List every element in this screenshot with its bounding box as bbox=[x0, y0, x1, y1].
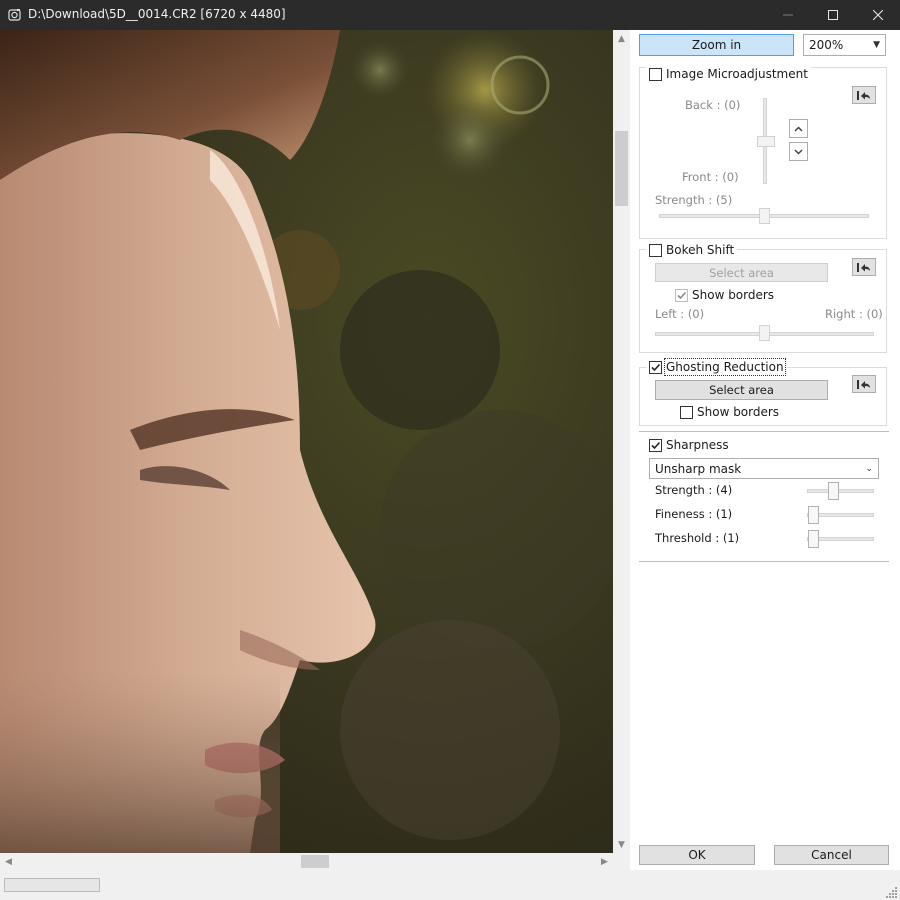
bokeh-shift-thumb[interactable] bbox=[759, 325, 770, 341]
microadjustment-reset-button[interactable] bbox=[852, 86, 876, 104]
ghosting-reset-button[interactable] bbox=[852, 375, 876, 393]
chevron-up-icon bbox=[794, 125, 803, 132]
chevron-down-icon bbox=[794, 148, 803, 155]
checkmark-icon bbox=[651, 441, 661, 449]
vertical-scrollbar[interactable]: ▲ ▼ bbox=[613, 30, 630, 853]
sharpness-strength-track[interactable] bbox=[807, 489, 874, 493]
zoom-value: 200% bbox=[809, 38, 844, 52]
fineness-label: Fineness : (1) bbox=[655, 507, 733, 521]
window-title: D:\Download\5D__0014.CR2 [6720 x 4480] bbox=[28, 7, 286, 21]
sharpness-checkbox[interactable] bbox=[649, 438, 662, 452]
reset-icon bbox=[857, 262, 870, 272]
settings-panel: Zoom in 200% ▼ Image Microadjustment Bac… bbox=[630, 30, 900, 870]
checkmark-icon bbox=[677, 291, 687, 299]
checkmark-icon bbox=[651, 363, 661, 371]
ghosting-select-area-button[interactable]: Select area bbox=[655, 380, 828, 400]
sharpness-bottom-divider bbox=[639, 561, 889, 562]
bokeh-shift-title: Bokeh Shift bbox=[666, 243, 735, 257]
horizontal-scroll-thumb[interactable] bbox=[301, 855, 329, 868]
threshold-label: Threshold : (1) bbox=[655, 531, 740, 545]
vertical-scroll-thumb[interactable] bbox=[615, 131, 628, 206]
bokeh-show-borders-label: Show borders bbox=[692, 288, 775, 302]
back-label: Back : (0) bbox=[685, 98, 741, 112]
ghosting-title: Ghosting Reduction bbox=[664, 358, 786, 376]
zoom-in-button[interactable]: Zoom in bbox=[639, 34, 794, 56]
sharpness-strength-thumb[interactable] bbox=[828, 482, 839, 500]
horizontal-scrollbar[interactable]: ◀ ▶ bbox=[0, 853, 613, 870]
sharpness-mode-value: Unsharp mask bbox=[655, 461, 742, 476]
scroll-down-icon[interactable]: ▼ bbox=[613, 836, 630, 853]
bokeh-show-borders-row[interactable]: Show borders bbox=[672, 288, 777, 302]
bokeh-show-borders-checkbox[interactable] bbox=[675, 288, 688, 302]
ghosting-show-borders-label: Show borders bbox=[697, 405, 780, 419]
cancel-button[interactable]: Cancel bbox=[774, 845, 889, 865]
bokeh-left-label: Left : (0) bbox=[655, 307, 705, 321]
maximize-button[interactable] bbox=[810, 0, 855, 30]
preview-image[interactable] bbox=[0, 30, 613, 853]
fineness-thumb[interactable] bbox=[808, 506, 819, 524]
ghosting-header[interactable]: Ghosting Reduction bbox=[646, 358, 787, 376]
ok-button[interactable]: OK bbox=[639, 845, 755, 865]
bokeh-shift-checkbox[interactable] bbox=[649, 243, 662, 257]
progress-bar bbox=[4, 878, 100, 892]
microadjustment-header[interactable]: Image Microadjustment bbox=[646, 67, 811, 81]
scroll-up-icon[interactable]: ▲ bbox=[613, 30, 630, 47]
chevron-down-icon: ▼ bbox=[873, 40, 880, 50]
sharpness-header[interactable]: Sharpness bbox=[646, 438, 732, 452]
scroll-right-icon[interactable]: ▶ bbox=[596, 853, 613, 870]
resize-grip-icon[interactable] bbox=[886, 886, 898, 898]
microadjustment-title: Image Microadjustment bbox=[666, 67, 808, 81]
close-button[interactable] bbox=[855, 0, 900, 30]
bokeh-reset-button[interactable] bbox=[852, 258, 876, 276]
reset-icon bbox=[857, 90, 870, 100]
micro-strength-label: Strength : (5) bbox=[655, 193, 733, 207]
bokeh-select-area-button[interactable]: Select area bbox=[655, 263, 828, 282]
chevron-down-icon: ⌄ bbox=[865, 463, 873, 474]
nudge-down-button[interactable] bbox=[789, 142, 808, 161]
scroll-left-icon[interactable]: ◀ bbox=[0, 853, 17, 870]
bokeh-right-label: Right : (0) bbox=[825, 307, 883, 321]
nudge-up-button[interactable] bbox=[789, 119, 808, 138]
minimize-icon bbox=[782, 14, 793, 16]
sharpness-mode-select[interactable]: Unsharp mask ⌄ bbox=[649, 458, 879, 479]
micro-strength-thumb[interactable] bbox=[759, 208, 770, 224]
sharpness-title: Sharpness bbox=[666, 438, 729, 452]
ghosting-show-borders-checkbox[interactable] bbox=[680, 405, 693, 419]
front-label: Front : (0) bbox=[682, 170, 739, 184]
title-bar: D:\Download\5D__0014.CR2 [6720 x 4480] bbox=[0, 0, 900, 30]
minimize-button[interactable] bbox=[765, 0, 810, 30]
image-viewport[interactable]: ▲ ▼ ◀ ▶ bbox=[0, 30, 630, 870]
app-icon bbox=[8, 9, 21, 21]
zoom-select[interactable]: 200% ▼ bbox=[803, 34, 886, 56]
sharpness-strength-label: Strength : (4) bbox=[655, 483, 733, 497]
ghosting-checkbox[interactable] bbox=[649, 360, 662, 374]
ghosting-show-borders-row[interactable]: Show borders bbox=[677, 405, 782, 419]
reset-icon bbox=[857, 379, 870, 389]
maximize-icon bbox=[827, 10, 838, 20]
threshold-thumb[interactable] bbox=[808, 530, 819, 548]
back-front-slider-thumb[interactable] bbox=[757, 136, 775, 147]
status-bar bbox=[0, 870, 900, 900]
bokeh-shift-header[interactable]: Bokeh Shift bbox=[646, 243, 738, 257]
sharpness-top-divider bbox=[639, 431, 889, 432]
microadjustment-checkbox[interactable] bbox=[649, 67, 662, 81]
close-icon bbox=[872, 10, 883, 20]
